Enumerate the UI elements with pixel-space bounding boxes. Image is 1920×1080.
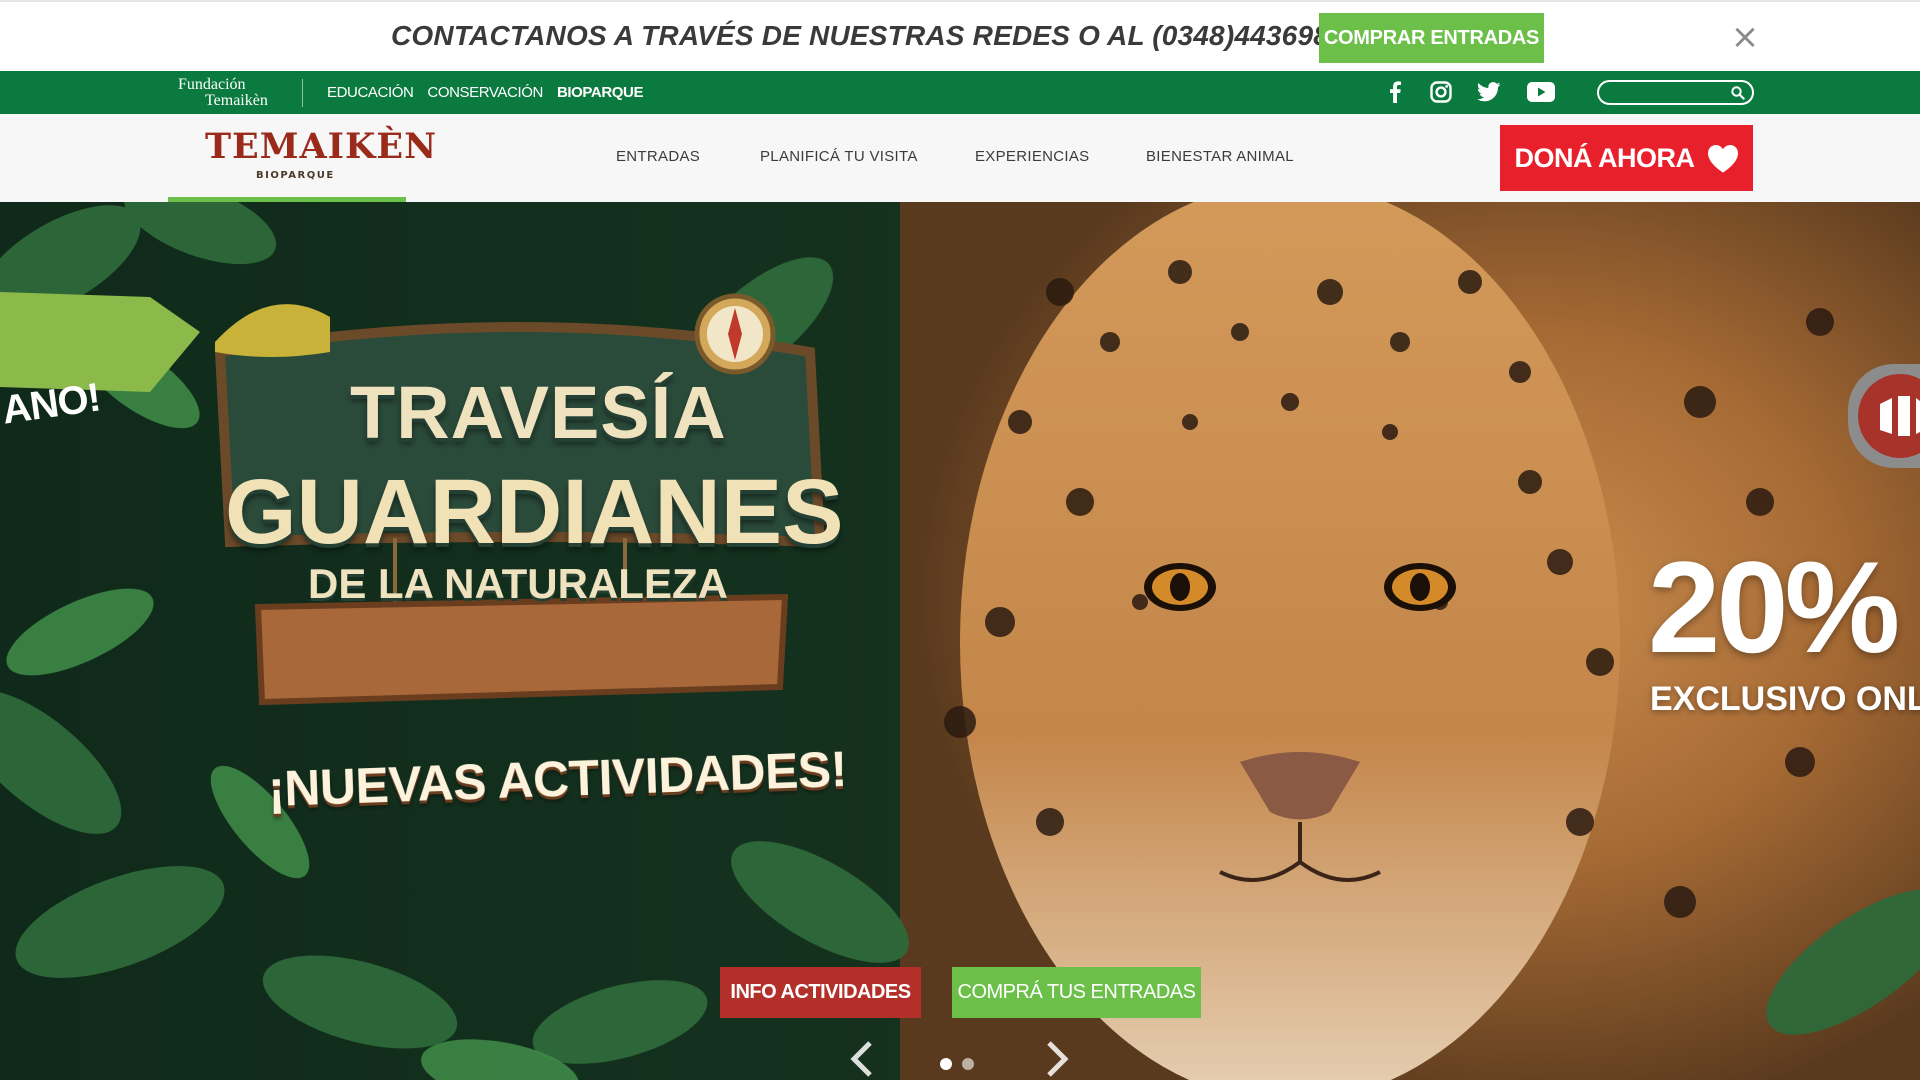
search-icon[interactable] [1730, 85, 1746, 101]
logo-wordmark: TEMAIKÈN [205, 126, 438, 167]
search-field[interactable] [1597, 80, 1754, 105]
carousel-dot-2[interactable] [962, 1058, 974, 1070]
nav-planifica-tu-visita[interactable]: PLANIFICÁ TU VISITA [760, 148, 918, 165]
top-nav-conservacion[interactable]: CONSERVACIÓN [427, 84, 543, 101]
top-nav-educacion[interactable]: EDUCACIÓN [327, 84, 414, 101]
fundacion-logo[interactable]: Fundación Temaikèn [178, 75, 290, 111]
nav-entradas[interactable]: ENTRADAS [616, 148, 700, 165]
carousel-dot-1[interactable] [940, 1058, 952, 1070]
fundacion-logo-line2: Temaikèn [205, 92, 268, 109]
top-nav: EDUCACIÓN CONSERVACIÓN BIOPARQUE [327, 84, 643, 101]
chevron-left-icon[interactable] [848, 1040, 876, 1078]
donate-button-label: DONÁ AHORA [1514, 142, 1696, 173]
hero-title-line3: DE LA NATURALEZA [308, 560, 728, 607]
top-strip: Fundación Temaikèn EDUCACIÓN CONSERVACIÓ… [0, 71, 1920, 114]
donate-button[interactable]: DONÁ AHORA [1500, 125, 1753, 191]
side-floating-tab[interactable] [1848, 364, 1920, 468]
side-tab-badge-icon [1858, 374, 1920, 458]
main-header: TEMAIKÈN BIOPARQUE ENTRADAS PLANIFICÁ TU… [0, 114, 1920, 202]
search-input[interactable] [1609, 84, 1727, 101]
fundacion-logo-line1: Fundación [178, 76, 246, 93]
twitter-icon[interactable] [1474, 79, 1504, 105]
carousel-dots [940, 1058, 974, 1070]
buy-tickets-button[interactable]: COMPRAR ENTRADAS [1319, 13, 1544, 63]
announcement-text: CONTACTANOS A TRAVÉS DE NUESTRAS REDES O… [391, 20, 1345, 51]
hero-background-image [0, 202, 1920, 1080]
heart-icon [1707, 144, 1738, 172]
promo-discount: 20% [1648, 534, 1900, 680]
top-nav-bioparque[interactable]: BIOPARQUE [557, 84, 644, 101]
hero-title-line1: TRAVESÍA [350, 371, 727, 454]
top-strip-divider [302, 79, 303, 107]
youtube-icon[interactable] [1526, 79, 1556, 105]
hero-carousel: ANO! TRAVESÍA GUARDIANES DE LA NATURALEZ… [0, 202, 1920, 1080]
buy-your-tickets-button[interactable]: COMPRÁ TUS ENTRADAS [952, 967, 1201, 1018]
nav-experiencias[interactable]: EXPERIENCIAS [975, 148, 1089, 165]
instagram-icon[interactable] [1426, 79, 1456, 105]
info-activities-button[interactable]: INFO ACTIVIDADES [720, 967, 921, 1018]
chevron-right-icon[interactable] [1043, 1040, 1071, 1078]
hero-title-line2: GUARDIANES [225, 461, 844, 563]
logo-subtext: BIOPARQUE [256, 170, 335, 181]
temaiken-logo[interactable]: TEMAIKÈN BIOPARQUE [168, 114, 436, 202]
promo-caption: EXCLUSIVO ONLI [1650, 680, 1920, 718]
close-icon[interactable]: × [1730, 20, 1760, 54]
facebook-icon[interactable] [1380, 79, 1410, 105]
nav-bienestar-animal[interactable]: BIENESTAR ANIMAL [1146, 148, 1294, 165]
announcement-bar: CONTACTANOS A TRAVÉS DE NUESTRAS REDES O… [0, 0, 1920, 71]
